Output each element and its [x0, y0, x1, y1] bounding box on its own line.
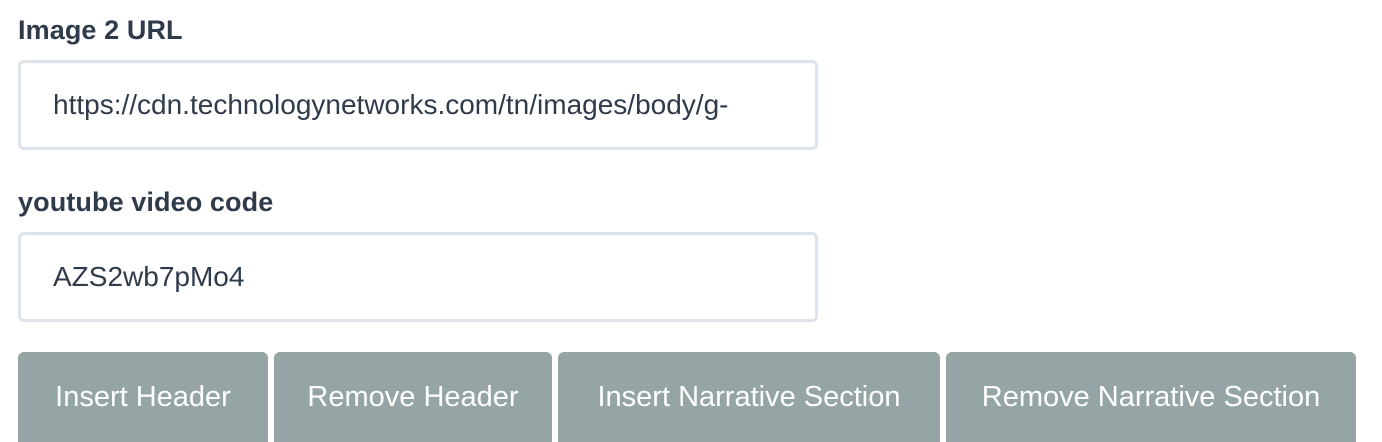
- image-2-url-input[interactable]: [18, 60, 818, 150]
- image-2-url-label: Image 2 URL: [18, 15, 183, 45]
- remove-header-button[interactable]: Remove Header: [274, 352, 552, 442]
- youtube-video-code-input[interactable]: [18, 232, 818, 322]
- insert-narrative-section-button[interactable]: Insert Narrative Section: [558, 352, 940, 442]
- insert-header-button[interactable]: Insert Header: [18, 352, 268, 442]
- youtube-video-code-label: youtube video code: [18, 187, 274, 217]
- remove-narrative-section-button[interactable]: Remove Narrative Section: [946, 352, 1356, 442]
